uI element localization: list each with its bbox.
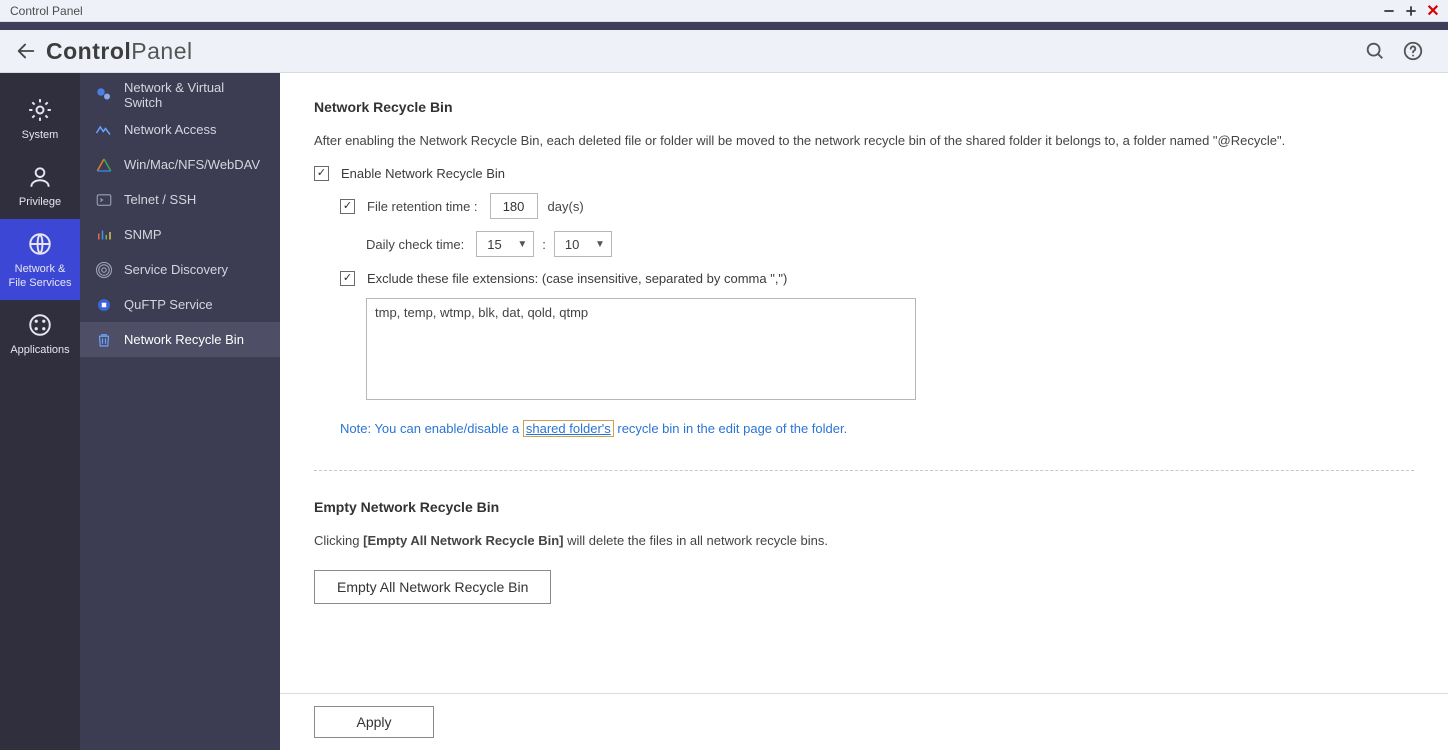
app-title-light: Panel [131, 38, 192, 64]
sidebar-item-telnet-ssh[interactable]: Telnet / SSH [80, 182, 280, 217]
rail-item-privilege[interactable]: Privilege [0, 152, 80, 219]
exclude-label: Exclude these file extensions: (case ins… [367, 271, 787, 286]
sidebar-label: Network Recycle Bin [124, 332, 244, 347]
shared-folder-link[interactable]: shared folder's [523, 420, 614, 437]
chevron-down-icon: ▼ [517, 239, 527, 250]
ftp-icon [94, 295, 114, 315]
time-colon: : [542, 237, 546, 252]
search-icon[interactable] [1360, 36, 1390, 66]
retention-input[interactable] [490, 193, 538, 219]
chevron-down-icon: ▼ [595, 239, 605, 250]
note-text-post: recycle bin in the edit page of the fold… [614, 421, 847, 436]
sidebar-label: Service Discovery [124, 262, 228, 277]
accent-strip [0, 22, 1448, 30]
snmp-icon [94, 225, 114, 245]
sidebar-item-service-discovery[interactable]: Service Discovery [80, 252, 280, 287]
retention-label: File retention time : [367, 199, 478, 214]
window-maximize-button[interactable] [1402, 2, 1420, 20]
protocols-icon [94, 155, 114, 175]
section2-blurb-bold: [Empty All Network Recycle Bin] [363, 533, 563, 548]
nav-rail: System Privilege Network & File Services… [0, 73, 80, 750]
gear-icon [27, 97, 53, 123]
app-title: ControlPanel [46, 38, 193, 65]
network-access-icon [94, 120, 114, 140]
sidebar-label: QuFTP Service [124, 297, 213, 312]
daily-check-label: Daily check time: [366, 237, 464, 252]
exclude-textarea[interactable] [366, 298, 916, 400]
window-title: Control Panel [10, 4, 83, 18]
globe-icon [27, 231, 53, 257]
sidebar-label: Win/Mac/NFS/WebDAV [124, 157, 260, 172]
footer: Apply [280, 693, 1448, 750]
section2-blurb: Clicking [Empty All Network Recycle Bin]… [314, 533, 1414, 548]
enable-recycle-checkbox[interactable] [314, 166, 329, 181]
enable-recycle-label: Enable Network Recycle Bin [341, 166, 505, 181]
app-header: ControlPanel [0, 30, 1448, 73]
daily-hour-select[interactable]: 15 ▼ [476, 231, 534, 257]
rail-item-system[interactable]: System [0, 85, 80, 152]
daily-hour-value: 15 [487, 237, 501, 252]
user-icon [27, 164, 53, 190]
retention-unit: day(s) [548, 199, 584, 214]
section-divider [314, 470, 1414, 471]
section2-blurb-post: will delete the files in all network rec… [563, 533, 827, 548]
section-title-empty: Empty Network Recycle Bin [314, 499, 1414, 515]
sidebar-item-snmp[interactable]: SNMP [80, 217, 280, 252]
retention-checkbox[interactable] [340, 199, 355, 214]
sidebar-label: Network & Virtual Switch [124, 80, 266, 110]
sidebar-item-nvs[interactable]: Network & Virtual Switch [80, 77, 280, 112]
daily-minute-value: 10 [565, 237, 579, 252]
sidebar-label: SNMP [124, 227, 162, 242]
daily-minute-select[interactable]: 10 ▼ [554, 231, 612, 257]
help-icon[interactable] [1398, 36, 1428, 66]
section-title-recycle: Network Recycle Bin [314, 99, 1414, 115]
sidebar-item-network-access[interactable]: Network Access [80, 112, 280, 147]
main: System Privilege Network & File Services… [0, 73, 1448, 750]
back-button[interactable] [12, 37, 40, 65]
app-title-bold: Control [46, 38, 131, 64]
apps-icon [27, 312, 53, 338]
rail-item-applications[interactable]: Applications [0, 300, 80, 367]
exclude-checkbox[interactable] [340, 271, 355, 286]
sidebar-item-webdav[interactable]: Win/Mac/NFS/WebDAV [80, 147, 280, 182]
sidebar-item-recycle-bin[interactable]: Network Recycle Bin [80, 322, 280, 357]
discovery-icon [94, 260, 114, 280]
window-close-button[interactable]: ✕ [1424, 2, 1442, 20]
sidebar: Network & Virtual Switch Network Access … [80, 73, 280, 750]
recycle-bin-icon [94, 330, 114, 350]
section2-blurb-pre: Clicking [314, 533, 363, 548]
rail-label: Privilege [19, 196, 61, 209]
empty-all-button[interactable]: Empty All Network Recycle Bin [314, 570, 551, 604]
section1-blurb: After enabling the Network Recycle Bin, … [314, 133, 1414, 148]
sidebar-item-quftp[interactable]: QuFTP Service [80, 287, 280, 322]
terminal-icon [94, 190, 114, 210]
note-text-pre: You can enable/disable a [371, 421, 523, 436]
rail-label: Network & File Services [9, 263, 72, 289]
switch-icon [94, 85, 114, 105]
rail-label: Applications [10, 344, 69, 357]
rail-label: System [22, 129, 59, 142]
apply-button[interactable]: Apply [314, 706, 434, 738]
note-row: Note: You can enable/disable a shared fo… [340, 421, 1414, 436]
content-scroll[interactable]: Network Recycle Bin After enabling the N… [280, 73, 1448, 693]
note-label: Note: [340, 421, 371, 436]
content-pane: Network Recycle Bin After enabling the N… [280, 73, 1448, 750]
sidebar-label: Network Access [124, 122, 216, 137]
window-titlebar: Control Panel ✕ [0, 0, 1448, 22]
sidebar-label: Telnet / SSH [124, 192, 196, 207]
window-minimize-button[interactable] [1380, 2, 1398, 20]
rail-item-network[interactable]: Network & File Services [0, 219, 80, 299]
